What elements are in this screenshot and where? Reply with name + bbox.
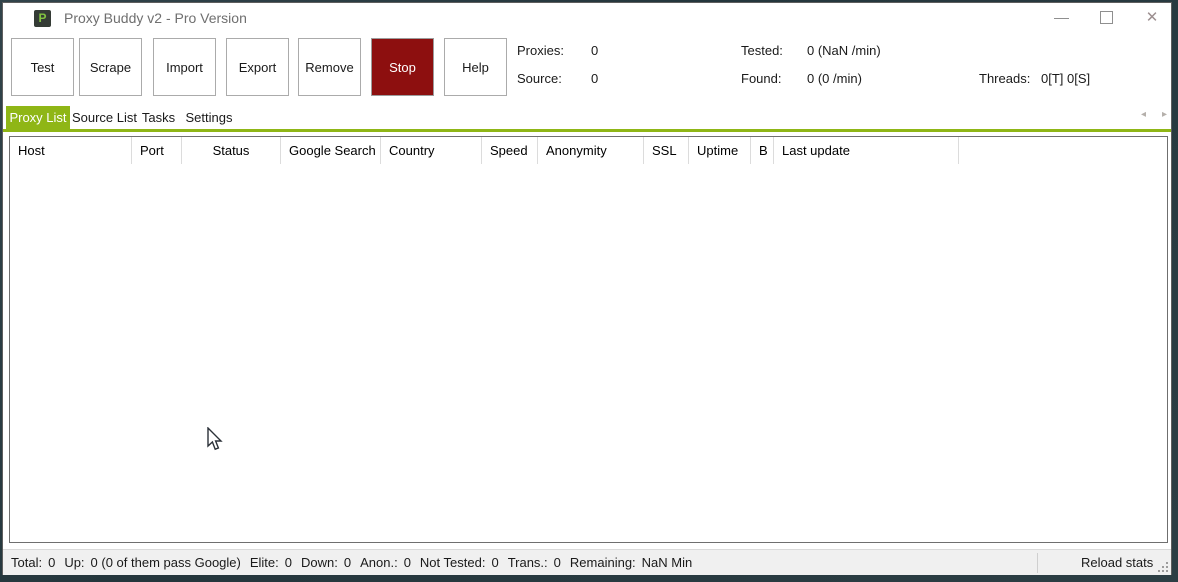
statusbar-separator [1037, 553, 1038, 573]
remove-button[interactable]: Remove [298, 38, 361, 96]
stat-down-value: 0 [344, 555, 351, 570]
threads-value: 0[T] 0[S] [1041, 71, 1090, 87]
tab-scroll-left-icon[interactable]: ◂ [1141, 109, 1146, 120]
col-status[interactable]: Status [182, 137, 281, 164]
tab-source-list[interactable]: Source List [70, 106, 139, 129]
source-value: 0 [591, 71, 598, 87]
close-icon: ✕ [1146, 9, 1159, 26]
stat-up: Up:0 (0 of them pass Google) [64, 555, 241, 570]
col-port[interactable]: Port [132, 137, 182, 164]
export-button[interactable]: Export [226, 38, 289, 96]
import-button[interactable]: Import [153, 38, 216, 96]
tab-accent-line [3, 129, 1171, 132]
stat-trans: Trans.:0 [508, 555, 561, 570]
stat-anon: Anon.:0 [360, 555, 411, 570]
close-button[interactable]: ✕ [1137, 3, 1167, 33]
stat-remaining-value: NaN Min [642, 555, 693, 570]
stat-total-value: 0 [48, 555, 55, 570]
found-label: Found: [741, 71, 781, 87]
tab-settings[interactable]: Settings [178, 106, 240, 129]
app-window: P Proxy Buddy v2 - Pro Version ✕ Test Sc… [2, 2, 1172, 575]
stat-remaining: Remaining:NaN Min [570, 555, 692, 570]
scrape-button[interactable]: Scrape [79, 38, 142, 96]
col-uptime[interactable]: Uptime [689, 137, 751, 164]
stop-button[interactable]: Stop [371, 38, 434, 96]
col-host[interactable]: Host [10, 137, 132, 164]
col-filler [959, 137, 1167, 164]
stat-total: Total:0 [11, 555, 55, 570]
mouse-cursor [206, 427, 224, 453]
found-value: 0 (0 /min) [807, 71, 862, 87]
tested-label: Tested: [741, 43, 783, 59]
resize-grip-icon[interactable] [1158, 562, 1168, 572]
col-country[interactable]: Country [381, 137, 482, 164]
minimize-button[interactable] [1047, 3, 1077, 33]
stat-anon-value: 0 [404, 555, 411, 570]
col-b[interactable]: B [751, 137, 774, 164]
proxies-label: Proxies: [517, 43, 564, 59]
col-last-update[interactable]: Last update [774, 137, 959, 164]
threads-label: Threads: [979, 71, 1030, 87]
source-label: Source: [517, 71, 562, 87]
tab-tasks[interactable]: Tasks [139, 106, 178, 129]
stat-elite: Elite:0 [250, 555, 292, 570]
stat-elite-value: 0 [285, 555, 292, 570]
stat-trans-value: 0 [554, 555, 561, 570]
col-anonymity[interactable]: Anonymity [538, 137, 644, 164]
proxies-value: 0 [591, 43, 598, 59]
col-speed[interactable]: Speed [482, 137, 538, 164]
tab-scroll-right-icon[interactable]: ▸ [1162, 109, 1167, 120]
tested-value: 0 (NaN /min) [807, 43, 881, 59]
stat-down: Down:0 [301, 555, 351, 570]
col-google-search[interactable]: Google Search [281, 137, 381, 164]
title-bar: P Proxy Buddy v2 - Pro Version ✕ [3, 3, 1171, 33]
reload-stats-button[interactable]: Reload stats [1081, 550, 1153, 576]
app-icon: P [34, 10, 51, 27]
stat-not-tested: Not Tested:0 [420, 555, 499, 570]
help-button[interactable]: Help [444, 38, 507, 96]
stat-not-tested-value: 0 [491, 555, 498, 570]
col-ssl[interactable]: SSL [644, 137, 689, 164]
minimize-icon [1054, 18, 1069, 19]
proxy-table[interactable]: Host Port Status Google Search Country S… [9, 136, 1168, 543]
window-title: Proxy Buddy v2 - Pro Version [64, 3, 247, 33]
maximize-icon [1100, 11, 1113, 24]
test-button[interactable]: Test [11, 38, 74, 96]
table-header-row: Host Port Status Google Search Country S… [10, 137, 1167, 164]
maximize-button[interactable] [1092, 3, 1122, 33]
stat-up-value: 0 (0 of them pass Google) [91, 555, 241, 570]
status-bar: Total:0 Up:0 (0 of them pass Google) Eli… [3, 549, 1171, 575]
